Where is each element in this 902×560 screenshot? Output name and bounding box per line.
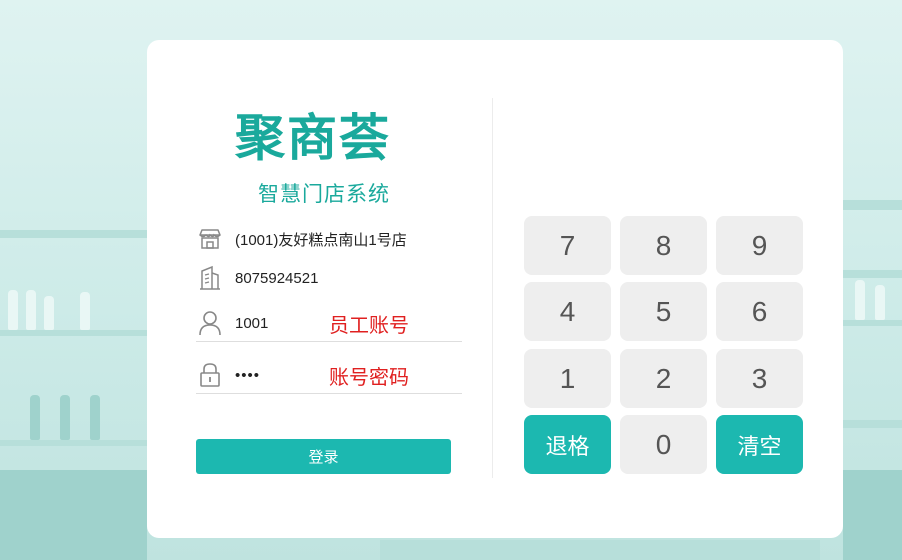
backspace-key[interactable]: 退格 [524,415,611,474]
store-icon [196,225,224,253]
store-name: (1001)友好糕点南山1号店 [235,231,407,249]
logo-text: 聚商荟 [235,109,391,167]
key-8[interactable]: 8 [620,216,707,275]
key-9[interactable]: 9 [716,216,803,275]
building-icon [196,264,224,292]
store-row: (1001)友好糕点南山1号店 [196,221,462,257]
key-7[interactable]: 7 [524,216,611,275]
clear-key[interactable]: 清空 [716,415,803,474]
system-subtitle: 智慧门店系统 [258,183,390,206]
password-row[interactable]: 账号密码 [196,357,462,394]
user-icon [196,309,224,337]
divider [492,98,493,478]
key-3[interactable]: 3 [716,349,803,408]
company-row: 8075924521 [196,260,462,296]
key-4[interactable]: 4 [524,282,611,341]
key-0[interactable]: 0 [620,415,707,474]
account-row[interactable]: 1001 员工账号 [196,305,462,342]
lock-icon [196,361,224,389]
key-5[interactable]: 5 [620,282,707,341]
numeric-keypad: 7 8 9 4 5 6 1 2 3 退格 0 清空 [524,216,804,476]
account-hint: 员工账号 [329,314,409,337]
key-6[interactable]: 6 [716,282,803,341]
company-code: 8075924521 [235,269,319,287]
password-input[interactable] [235,366,315,384]
password-hint: 账号密码 [329,366,409,389]
brand-logo: 聚商荟 [235,106,415,170]
key-2[interactable]: 2 [620,349,707,408]
login-button[interactable]: 登录 [196,439,451,474]
key-1[interactable]: 1 [524,349,611,408]
account-input[interactable]: 1001 [235,315,268,332]
login-card: 聚商荟 智慧门店系统 (1001)友好糕点南山1号店 8 0 75924521 10… [147,40,843,538]
